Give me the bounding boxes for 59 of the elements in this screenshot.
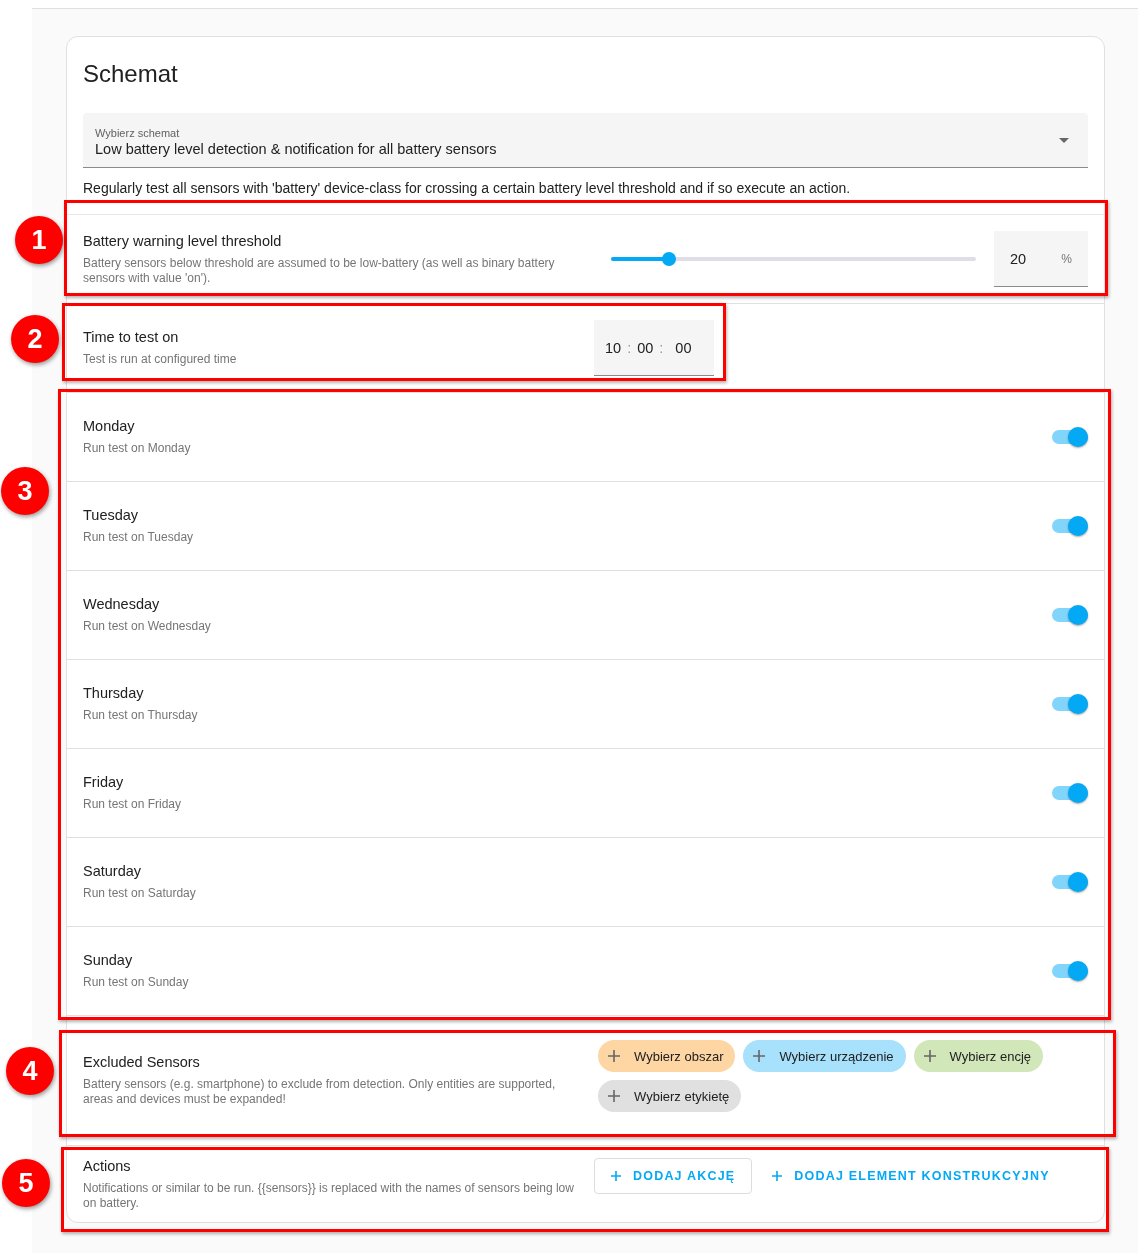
target-chip[interactable]: Wybierz etykietę bbox=[598, 1080, 742, 1112]
setting-description: Battery sensors (e.g. smartphone) to exclude from detection. Only entities are supported, areas and devices must be expanded! bbox=[83, 1077, 557, 1107]
seconds-value: 00 bbox=[675, 339, 692, 356]
target-chip[interactable]: Wybierz urządzenie bbox=[743, 1040, 906, 1072]
setting-description: Run test on Tuesday bbox=[83, 530, 195, 545]
day-toggle[interactable] bbox=[1052, 694, 1088, 714]
annotation-number: 3 bbox=[1, 467, 49, 515]
plus-icon bbox=[753, 1050, 766, 1062]
setting-description: Run test on Monday bbox=[83, 441, 192, 456]
time-separator: : bbox=[627, 339, 632, 356]
setting-description: Battery sensors below threshold are assumed to be low-battery (as well as binary battery sensors with value 'on'). bbox=[83, 255, 556, 286]
plus-icon bbox=[611, 1171, 621, 1181]
section-title: Schemat bbox=[83, 59, 179, 89]
setting-label: Battery warning level threshold bbox=[83, 232, 283, 249]
annotation-number: 1 bbox=[15, 216, 63, 264]
setting-description: Run test on Friday bbox=[83, 797, 183, 812]
day-toggle[interactable] bbox=[1052, 872, 1088, 892]
setting-label: Actions bbox=[83, 1158, 132, 1174]
day-toggle[interactable] bbox=[1052, 516, 1088, 536]
plus-icon bbox=[772, 1171, 783, 1181]
setting-label: Friday bbox=[83, 774, 125, 790]
setting-description: Run test on Sunday bbox=[83, 975, 190, 990]
setting-label: Tuesday bbox=[83, 507, 140, 523]
plus-icon bbox=[608, 1090, 620, 1102]
setting-label: Excluded Sensors bbox=[83, 1054, 201, 1070]
target-chip[interactable]: Wybierz obszar bbox=[598, 1040, 736, 1072]
setting-label: Sunday bbox=[83, 952, 134, 968]
day-toggle[interactable] bbox=[1052, 783, 1088, 803]
time-separator: : bbox=[659, 339, 664, 356]
blueprint-select[interactable]: Wybierz schemat Low battery level detection & notification for all battery sensors bbox=[83, 113, 1088, 168]
minutes-value: 00 bbox=[637, 339, 654, 356]
unit-label: % bbox=[1061, 251, 1072, 266]
setting-label: Saturday bbox=[83, 863, 143, 879]
setting-label: Monday bbox=[83, 418, 136, 434]
select-label: Wybierz schemat bbox=[95, 127, 181, 139]
setting-label: Wednesday bbox=[83, 596, 161, 612]
annotation-number: 5 bbox=[2, 1159, 50, 1207]
hours-value: 10 bbox=[605, 339, 622, 356]
time-field[interactable]: 10 : 00 : 00 bbox=[594, 320, 714, 376]
annotation-number: 2 bbox=[11, 315, 59, 363]
day-toggle[interactable] bbox=[1052, 605, 1088, 625]
setting-label: Thursday bbox=[83, 685, 145, 701]
setting-description: Test is run at configured time bbox=[83, 352, 238, 367]
setting-description: Run test on Saturday bbox=[83, 886, 197, 901]
blueprint-description: Regularly test all sensors with 'battery' device-class for crossing a certain battery level threshold and if so execute an action. bbox=[83, 180, 852, 198]
setting-description: Run test on Thursday bbox=[83, 708, 199, 723]
dropdown-caret-icon bbox=[1059, 137, 1069, 143]
setting-label: Time to test on bbox=[83, 329, 180, 345]
setting-description: Run test on Wednesday bbox=[83, 619, 212, 634]
annotation-number: 4 bbox=[6, 1047, 54, 1095]
target-chip[interactable]: Wybierz encję bbox=[913, 1040, 1044, 1072]
plus-icon bbox=[608, 1050, 620, 1062]
setting-description: Notifications or similar to be run. {{sensors}} is replaced with the names of sensors being low on battery. bbox=[83, 1181, 575, 1211]
threshold-field[interactable]: 20 % bbox=[994, 231, 1088, 287]
day-toggle[interactable] bbox=[1052, 427, 1088, 447]
day-toggle[interactable] bbox=[1052, 961, 1088, 981]
threshold-value: 20 bbox=[1010, 250, 1027, 267]
plus-icon bbox=[923, 1050, 936, 1062]
select-value: Low battery level detection & notification for all battery sensors bbox=[95, 141, 498, 157]
